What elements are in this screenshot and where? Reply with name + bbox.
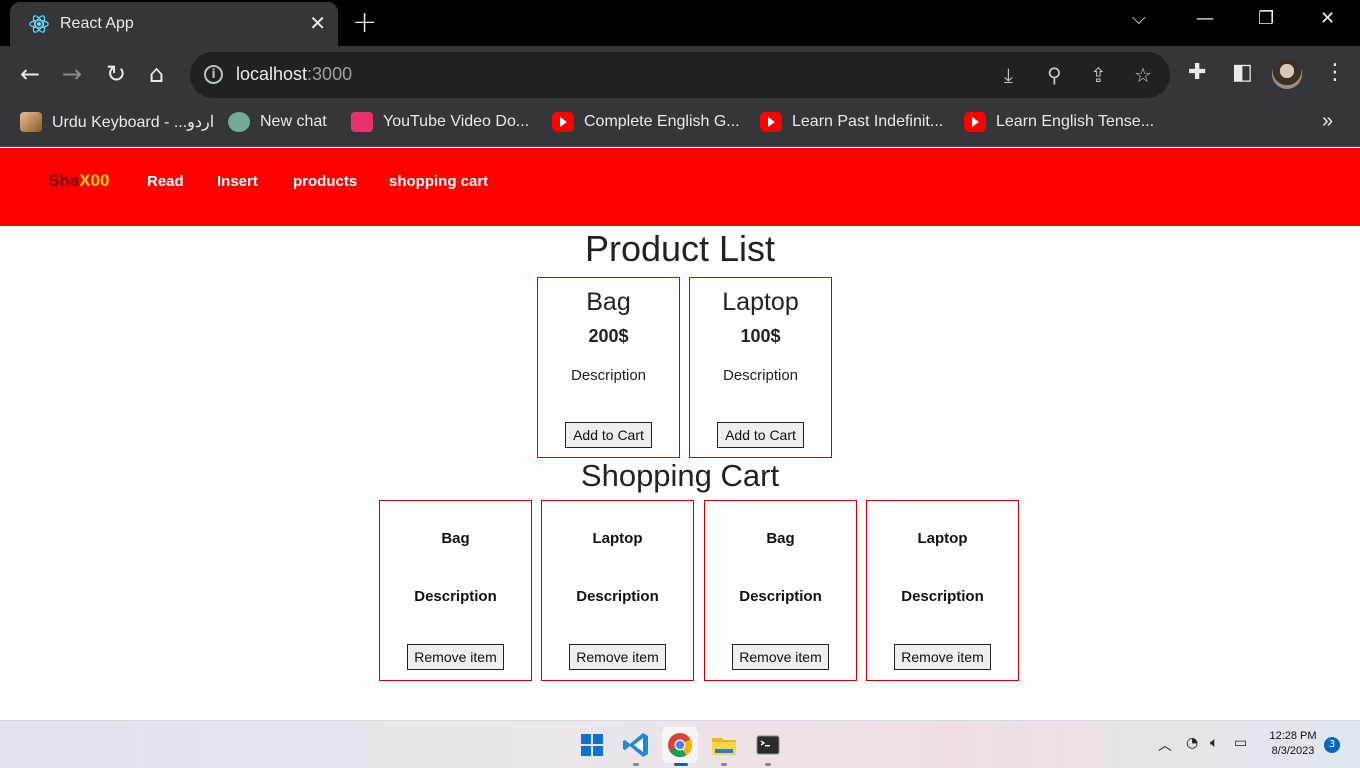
new-tab-icon[interactable]: +: [352, 6, 377, 40]
remove-item-button[interactable]: Remove item: [569, 644, 666, 670]
shopping-cart-heading: Shopping Cart: [580, 458, 780, 493]
profile-avatar[interactable]: [1272, 59, 1302, 89]
share-icon[interactable]: ⇪: [1090, 63, 1107, 87]
product-price: 200$: [588, 326, 629, 346]
install-app-icon[interactable]: ⤓: [1004, 63, 1013, 87]
cart-item-description: Description: [576, 588, 659, 605]
urdu-keyboard-icon: [20, 112, 42, 132]
address-bar[interactable]: i localhost:3000 ⤓ ⚲ ⇪ ☆: [190, 52, 1170, 98]
terminal-icon: [756, 735, 780, 755]
product-description: Description: [570, 367, 647, 384]
start-button[interactable]: [574, 727, 610, 763]
browser-toolbar: ← → ↻ ⌂ i localhost:3000 ⤓ ⚲ ⇪ ☆ ✚ ◧ ⋮: [0, 46, 1360, 104]
show-hidden-icons-icon[interactable]: ︿: [1158, 735, 1172, 755]
video-downloader-icon: [351, 112, 373, 132]
brand-logo[interactable]: ShaX00: [48, 171, 109, 191]
nav-link-products[interactable]: products: [293, 173, 357, 190]
youtube-icon: [760, 112, 782, 132]
bookmark-item[interactable]: Urdu Keyboard - ...اردو: [20, 112, 214, 138]
cart-item-description: Description: [739, 588, 822, 605]
react-logo-icon: [29, 15, 49, 33]
youtube-icon: [552, 112, 574, 132]
minimize-icon[interactable]: —: [1196, 8, 1214, 29]
cart-item-description: Description: [414, 588, 497, 605]
product-card: Bag 200$ Description Add to Cart: [537, 277, 680, 458]
notification-badge[interactable]: 3: [1324, 737, 1340, 753]
product-price: 100$: [740, 326, 781, 346]
nav-link-shopping-cart[interactable]: shopping cart: [389, 173, 488, 190]
nav-link-read[interactable]: Read: [147, 173, 184, 190]
windows-logo-icon: [581, 734, 603, 756]
cart-item-name: Bag: [766, 530, 795, 547]
tab-title: React App: [60, 15, 134, 32]
side-panel-icon[interactable]: ◧: [1232, 60, 1253, 85]
bookmark-item[interactable]: Learn English Tense...: [964, 112, 1154, 138]
bookmark-item[interactable]: Complete English G...: [552, 112, 740, 138]
cart-item: Bag Description Remove item: [379, 500, 532, 681]
folder-icon: [712, 738, 736, 755]
tab-search-icon[interactable]: ⌵: [1132, 8, 1146, 29]
system-clock[interactable]: 12:28 PM 8/3/2023: [1262, 729, 1324, 759]
cart-item-description: Description: [901, 588, 984, 605]
bookmark-item[interactable]: YouTube Video Do...: [351, 112, 529, 138]
bookmark-item[interactable]: Learn Past Indefinit...: [760, 112, 943, 138]
remove-item-button[interactable]: Remove item: [732, 644, 829, 670]
product-list-heading: Product List: [584, 228, 776, 269]
forward-icon[interactable]: →: [62, 60, 82, 88]
close-tab-icon[interactable]: ✕: [309, 11, 326, 35]
chatgpt-icon: [228, 112, 250, 132]
cart-item: Bag Description Remove item: [704, 500, 857, 681]
bookmarks-bar: Urdu Keyboard - ...اردو New chat YouTube…: [0, 104, 1360, 147]
remove-item-button[interactable]: Remove item: [407, 644, 504, 670]
wifi-icon[interactable]: ◔: [1186, 735, 1198, 751]
nav-link-insert[interactable]: Insert: [217, 173, 258, 190]
cart-item-name: Bag: [441, 530, 470, 547]
back-icon[interactable]: ←: [20, 60, 40, 88]
browser-tab[interactable]: React App ✕: [10, 2, 338, 46]
page-content: ShaX00 Read Insert products shopping car…: [0, 148, 1360, 720]
clock-time: 12:28 PM: [1269, 730, 1317, 742]
vscode-icon: [623, 733, 648, 757]
cart-item: Laptop Description Remove item: [541, 500, 694, 681]
product-name: Bag: [586, 288, 631, 316]
taskbar-chrome[interactable]: [662, 727, 698, 766]
taskbar-vscode[interactable]: [618, 727, 654, 766]
cart-item: Laptop Description Remove item: [866, 500, 1019, 681]
product-description: Description: [722, 367, 799, 384]
product-name: Laptop: [722, 288, 799, 316]
add-to-cart-button[interactable]: Add to Cart: [565, 422, 652, 448]
battery-icon[interactable]: ▭: [1234, 735, 1247, 751]
cart-item-name: Laptop: [592, 530, 643, 547]
cart-item-name: Laptop: [917, 530, 968, 547]
url-text: localhost:3000: [236, 64, 353, 84]
home-icon[interactable]: ⌂: [149, 60, 164, 88]
taskbar-terminal[interactable]: [750, 727, 786, 766]
chrome-icon: [668, 733, 693, 758]
close-window-icon[interactable]: ✕: [1320, 8, 1335, 29]
zoom-icon[interactable]: ⚲: [1047, 63, 1062, 87]
volume-icon[interactable]: 🔈︎: [1210, 735, 1218, 751]
add-to-cart-button[interactable]: Add to Cart: [717, 422, 804, 448]
remove-item-button[interactable]: Remove item: [894, 644, 991, 670]
product-card: Laptop 100$ Description Add to Cart: [689, 277, 832, 458]
clock-date: 8/3/2023: [1271, 745, 1315, 757]
bookmarks-overflow-icon[interactable]: »: [1322, 110, 1333, 136]
site-info-icon[interactable]: i: [204, 65, 223, 84]
menu-icon[interactable]: ⋮: [1324, 60, 1346, 85]
reload-icon[interactable]: ↻: [106, 60, 126, 88]
bookmark-star-icon[interactable]: ☆: [1134, 63, 1152, 87]
windows-taskbar: ︿ ◔ 🔈︎ ▭ 12:28 PM 8/3/2023 3: [0, 720, 1360, 768]
bookmark-item[interactable]: New chat: [228, 112, 327, 138]
youtube-icon: [964, 112, 986, 132]
site-navbar: ShaX00 Read Insert products shopping car…: [0, 148, 1360, 226]
restore-icon[interactable]: ❐: [1258, 8, 1274, 29]
taskbar-file-explorer[interactable]: [706, 727, 742, 766]
browser-tab-strip: React App ✕ + ⌵ — ❐ ✕: [0, 0, 1360, 46]
extensions-icon[interactable]: ✚: [1188, 60, 1206, 85]
